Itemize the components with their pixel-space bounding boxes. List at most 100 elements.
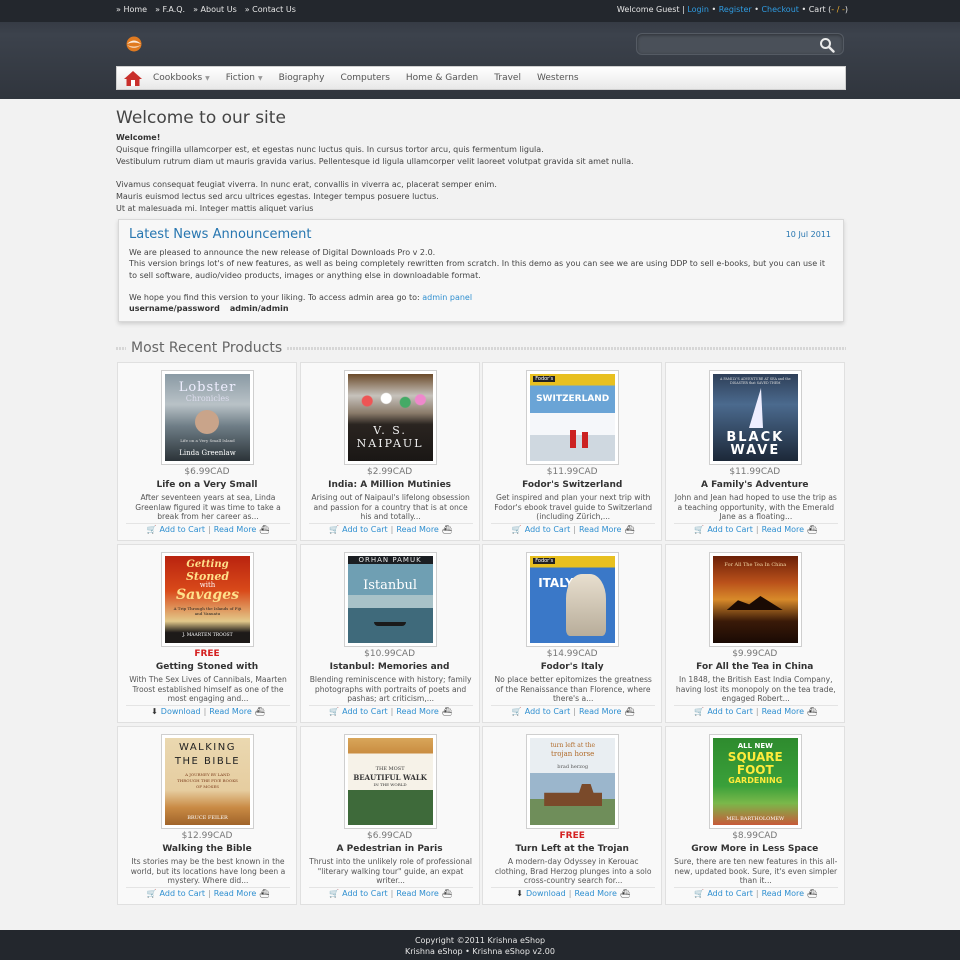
read-more-link[interactable]: Read More — [209, 707, 251, 716]
download-link[interactable]: Download — [526, 889, 566, 898]
login-link[interactable]: Login — [687, 5, 709, 14]
top-link-home[interactable]: » Home — [116, 5, 147, 14]
product-cover[interactable]: Fodor's ITALY — [526, 552, 620, 647]
cart-add-icon[interactable]: 🛒 — [694, 707, 704, 716]
add-to-cart-link[interactable]: Add to Cart — [160, 525, 206, 534]
product-title[interactable]: For All the Tea in China — [666, 662, 844, 672]
read-more-icon[interactable]: ⛴ — [255, 707, 265, 716]
logo-icon[interactable] — [124, 36, 144, 52]
add-to-cart-link[interactable]: Add to Cart — [160, 889, 206, 898]
read-more-icon[interactable]: ⛴ — [442, 889, 452, 898]
product-title[interactable]: Life on a Very Small — [118, 480, 296, 490]
read-more-icon[interactable]: ⛴ — [624, 525, 634, 534]
cart-add-icon[interactable]: 🛒 — [329, 525, 339, 534]
product-cover[interactable]: Lobster Chronicles Life on a Very Small … — [161, 370, 254, 465]
read-more-icon[interactable]: ⛴ — [620, 889, 630, 898]
nav-item-fiction[interactable]: Fiction ▼ — [218, 73, 271, 83]
cart-add-icon[interactable]: 🛒 — [694, 525, 704, 534]
add-to-cart-link[interactable]: Add to Cart — [525, 707, 571, 716]
add-to-cart-link[interactable]: Add to Cart — [342, 707, 388, 716]
cart-add-icon[interactable]: 🛒 — [329, 889, 339, 898]
download-link[interactable]: Download — [161, 707, 201, 716]
read-more-icon[interactable]: ⛴ — [442, 525, 452, 534]
product-cover[interactable]: A FAMILY'S ADVENTURE AT SEA and the DISA… — [708, 370, 802, 465]
product-cover[interactable]: Fodor's SWITZERLAND — [526, 370, 620, 465]
download-icon[interactable]: ⬇ — [516, 889, 523, 898]
read-more-link[interactable]: Read More — [214, 525, 256, 534]
action-separator: | — [203, 707, 207, 716]
main-nav: Cookbooks ▼ Fiction ▼ Biography Computers … — [116, 66, 846, 90]
cart-label[interactable]: Cart ( — [809, 5, 832, 14]
product-cover[interactable]: turn left at the trojan horse brad herzo… — [526, 734, 620, 829]
nav-item-westerns[interactable]: Westerns — [529, 73, 587, 83]
product-cover[interactable]: ORHAN PAMUK Istanbul — [343, 552, 437, 647]
product-title[interactable]: Turn Left at the Trojan — [483, 844, 661, 854]
top-link-faq[interactable]: » F.A.Q. — [155, 5, 185, 14]
product-title[interactable]: Getting Stoned with — [118, 662, 296, 672]
read-more-icon[interactable]: ⛴ — [259, 889, 269, 898]
nav-item-computers[interactable]: Computers — [332, 73, 397, 83]
read-more-link[interactable]: Read More — [574, 889, 616, 898]
news-title[interactable]: Latest News Announcement — [129, 227, 312, 242]
product-title[interactable]: Istanbul: Memories and — [301, 662, 479, 672]
product-cover[interactable]: ALL NEW SQUARE FOOT GARDENING MEL BARTHO… — [708, 734, 802, 829]
read-more-link[interactable]: Read More — [762, 707, 804, 716]
product-cover[interactable]: THE MOST BEAUTIFUL WALK IN THE WORLD — [343, 734, 437, 829]
product-title[interactable]: Fodor's Switzerland — [483, 480, 661, 490]
read-more-link[interactable]: Read More — [396, 889, 438, 898]
chevron-down-icon: ▼ — [205, 74, 210, 82]
add-to-cart-link[interactable]: Add to Cart — [342, 525, 388, 534]
read-more-icon[interactable]: ⛴ — [442, 707, 452, 716]
nav-item-travel[interactable]: Travel — [486, 73, 529, 83]
product-title[interactable]: Walking the Bible — [118, 844, 296, 854]
nav-item-home-garden[interactable]: Home & Garden — [398, 73, 486, 83]
product-description: John and Jean had hoped to use the trip … — [674, 493, 837, 522]
cart-add-icon[interactable]: 🛒 — [512, 707, 522, 716]
product-title[interactable]: A Family's Adventure — [666, 480, 844, 490]
add-to-cart-link[interactable]: Add to Cart — [707, 525, 753, 534]
nav-item-cookbooks[interactable]: Cookbooks ▼ — [145, 73, 218, 83]
product-title[interactable]: India: A Million Mutinies — [301, 480, 479, 490]
home-icon[interactable] — [121, 67, 145, 89]
cart-add-icon[interactable]: 🛒 — [329, 707, 339, 716]
read-more-icon[interactable]: ⛴ — [807, 889, 817, 898]
product-title[interactable]: Fodor's Italy — [483, 662, 661, 672]
search-input[interactable] — [636, 33, 844, 55]
book-cover-image: For All The Tea In China — [712, 556, 798, 643]
cart-add-icon[interactable]: 🛒 — [147, 889, 157, 898]
nav-item-label: Fiction — [225, 73, 255, 83]
admin-panel-link[interactable]: admin panel — [422, 293, 472, 302]
read-more-link[interactable]: Read More — [214, 889, 256, 898]
product-cover[interactable]: For All The Tea In China — [708, 552, 802, 647]
search-icon[interactable] — [819, 37, 835, 53]
add-to-cart-link[interactable]: Add to Cart — [707, 889, 753, 898]
checkout-link[interactable]: Checkout — [761, 5, 798, 14]
read-more-link[interactable]: Read More — [396, 525, 438, 534]
product-title[interactable]: A Pedestrian in Paris — [301, 844, 479, 854]
cart-add-icon[interactable]: 🛒 — [512, 525, 522, 534]
read-more-icon[interactable]: ⛴ — [259, 525, 269, 534]
top-link-contact[interactable]: » Contact Us — [245, 5, 296, 14]
add-to-cart-link[interactable]: Add to Cart — [707, 707, 753, 716]
read-more-icon[interactable]: ⛴ — [807, 525, 817, 534]
cover-subtitle: A Trip Through the Islands of Fiji and V… — [173, 606, 242, 616]
read-more-link[interactable]: Read More — [579, 707, 621, 716]
read-more-icon[interactable]: ⛴ — [624, 707, 634, 716]
product-cover[interactable]: WALKING THE BIBLE A JOURNEY BY LAND THRO… — [161, 734, 254, 829]
read-more-icon[interactable]: ⛴ — [807, 707, 817, 716]
register-link[interactable]: Register — [719, 5, 752, 14]
cart-add-icon[interactable]: 🛒 — [694, 889, 704, 898]
download-icon[interactable]: ⬇ — [151, 707, 158, 716]
read-more-link[interactable]: Read More — [396, 707, 438, 716]
add-to-cart-link[interactable]: Add to Cart — [525, 525, 571, 534]
read-more-link[interactable]: Read More — [762, 525, 804, 534]
product-cover[interactable]: Getting Stoned with Savages A Trip Throu… — [161, 552, 254, 647]
read-more-link[interactable]: Read More — [762, 889, 804, 898]
nav-item-biography[interactable]: Biography — [271, 73, 333, 83]
product-cover[interactable]: V. S. NAIPAUL — [343, 370, 437, 465]
add-to-cart-link[interactable]: Add to Cart — [342, 889, 388, 898]
read-more-link[interactable]: Read More — [579, 525, 621, 534]
top-link-about[interactable]: » About Us — [193, 5, 237, 14]
cart-add-icon[interactable]: 🛒 — [147, 525, 157, 534]
product-title[interactable]: Grow More in Less Space — [666, 844, 844, 854]
